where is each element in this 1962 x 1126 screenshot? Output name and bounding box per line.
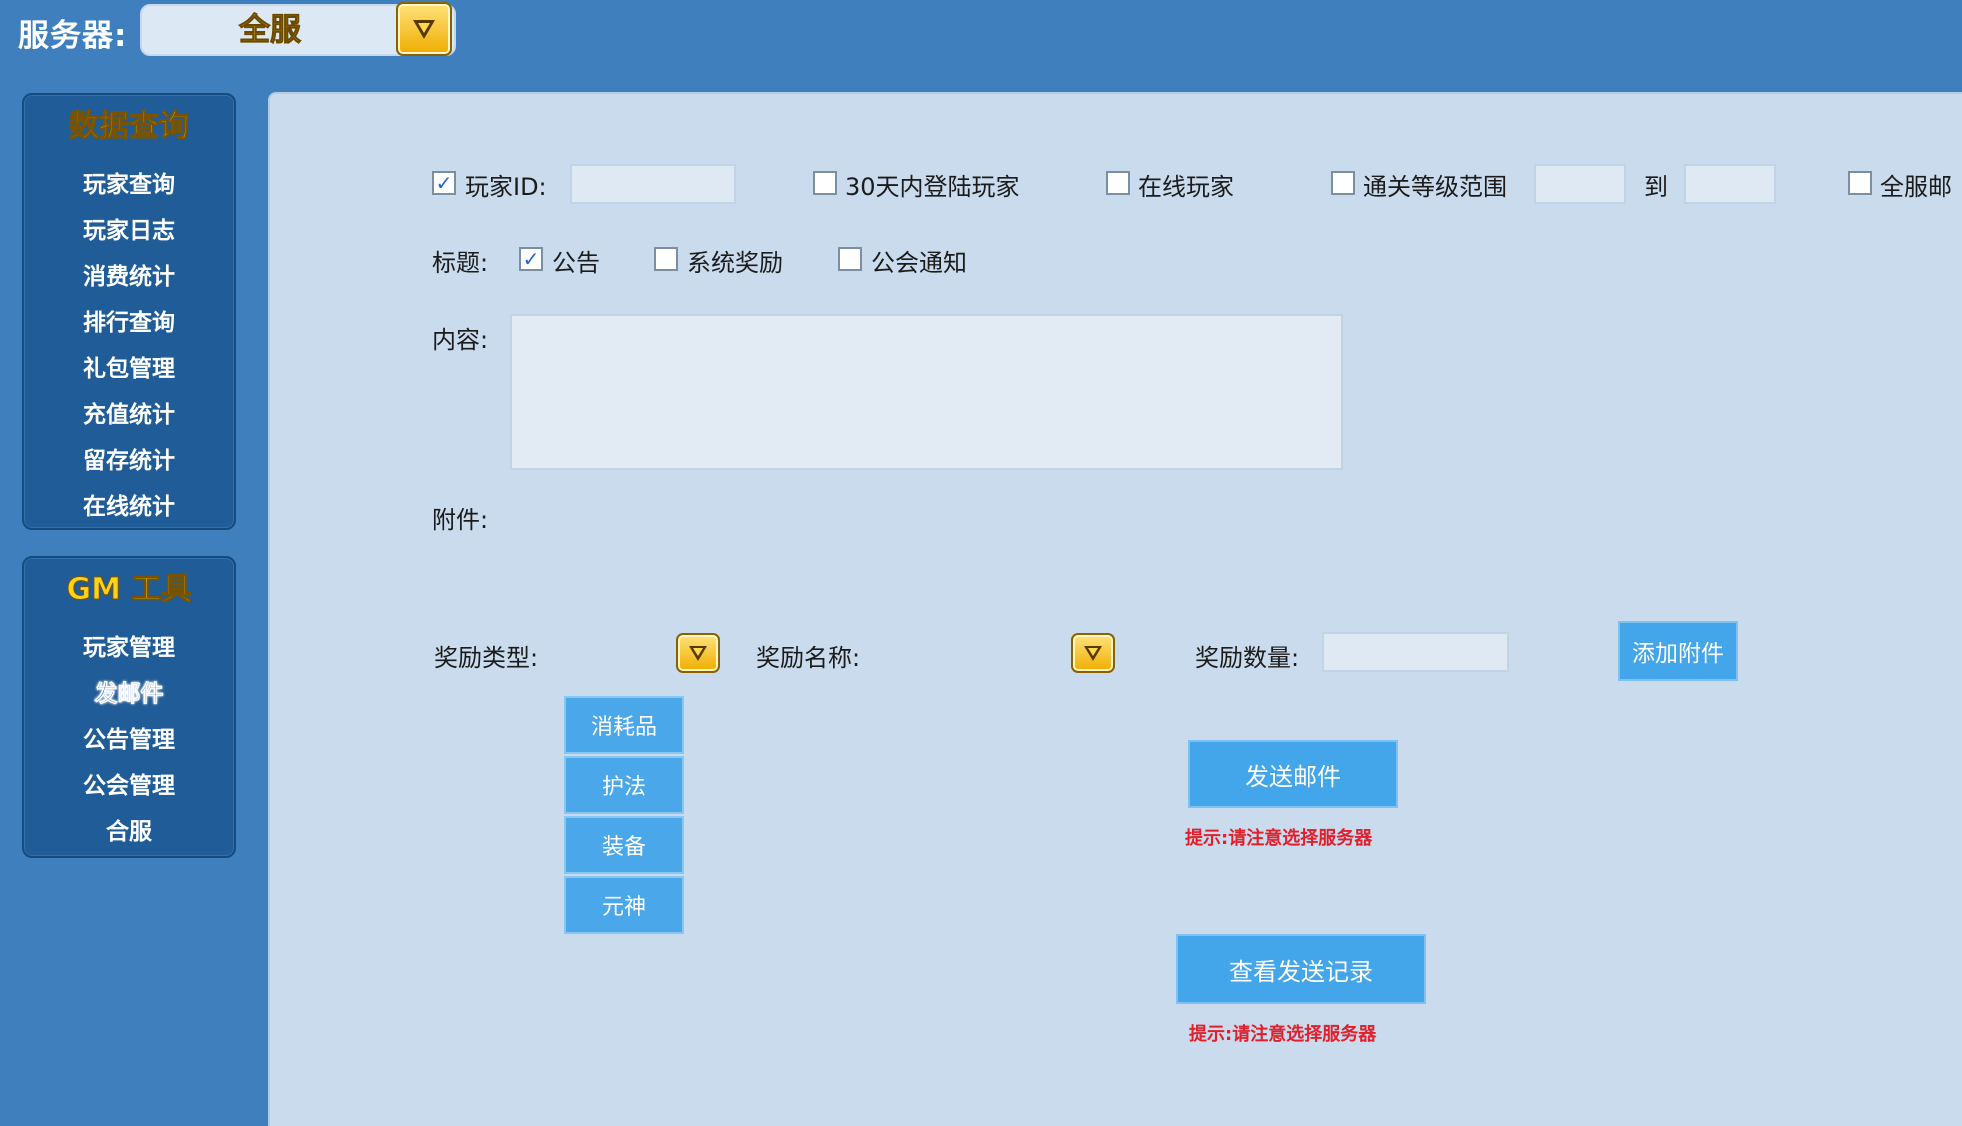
sidebar-item-player-management[interactable]: 玩家管理: [24, 628, 234, 662]
title-option-guild-notice-label: 公会通知: [871, 249, 967, 277]
sidebar-item-online-stats[interactable]: 在线统计: [24, 487, 234, 521]
sidebar-item-announcement-management[interactable]: 公告管理: [24, 720, 234, 754]
sidebar-item-ranking-query[interactable]: 排行查询: [24, 303, 234, 337]
sidebar-item-player-log[interactable]: 玩家日志: [24, 211, 234, 245]
attachment-label: 附件:: [432, 506, 489, 534]
player-id-checkbox[interactable]: [432, 171, 456, 195]
server-select-value: 全服: [239, 12, 302, 49]
all-server-mail-checkbox[interactable]: [1848, 171, 1872, 195]
title-option-system-reward-label: 系统奖励: [687, 249, 783, 277]
sidebar-gm-tools: GM 工具 玩家管理 发邮件 公告管理 公会管理 合服: [22, 556, 236, 858]
send-mail-button[interactable]: 发送邮件: [1188, 740, 1398, 808]
reward-name-label: 奖励名称:: [756, 644, 861, 672]
online-players-label: 在线玩家: [1138, 173, 1234, 201]
send-mail-hint: 提示:请注意选择服务器: [1185, 828, 1373, 849]
chevron-down-icon: [689, 645, 707, 661]
sidebar-item-retention-stats[interactable]: 留存统计: [24, 441, 234, 475]
title-option-guild-notice-checkbox[interactable]: [838, 247, 862, 271]
title-label: 标题:: [432, 249, 489, 277]
level-range-min-input[interactable]: [1534, 164, 1626, 204]
sidebar-gm-title: GM 工具: [66, 572, 192, 608]
add-attachment-button[interactable]: 添加附件: [1618, 621, 1738, 681]
title-option-system-reward-checkbox[interactable]: [654, 247, 678, 271]
reward-type-dropdown-button[interactable]: [676, 633, 720, 673]
sidebar-item-player-query[interactable]: 玩家查询: [24, 165, 234, 199]
title-option-announcement-checkbox[interactable]: [519, 247, 543, 271]
chevron-down-icon: [1084, 645, 1102, 661]
sidebar-item-send-mail[interactable]: 发邮件: [24, 674, 234, 708]
reward-type-option-guardian[interactable]: 护法: [564, 756, 684, 814]
view-send-history-button[interactable]: 查看发送记录: [1176, 934, 1426, 1004]
level-range-checkbox[interactable]: [1331, 171, 1355, 195]
reward-type-option-spirit[interactable]: 元神: [564, 876, 684, 934]
reward-name-dropdown-button[interactable]: [1071, 633, 1115, 673]
reward-type-option-equipment[interactable]: 装备: [564, 816, 684, 874]
reward-type-label: 奖励类型:: [434, 644, 539, 672]
sidebar-item-gift-management[interactable]: 礼包管理: [24, 349, 234, 383]
view-send-history-hint: 提示:请注意选择服务器: [1189, 1024, 1377, 1045]
player-id-input[interactable]: [570, 164, 736, 204]
sidebar-query-title: 数据查询: [69, 109, 190, 145]
server-dropdown-button[interactable]: [396, 2, 452, 56]
sidebar-item-recharge-stats[interactable]: 充值统计: [24, 395, 234, 429]
level-range-label: 通关等级范围: [1363, 173, 1507, 201]
reward-type-option-consumable[interactable]: 消耗品: [564, 696, 684, 754]
sidebar-item-consumption-stats[interactable]: 消费统计: [24, 257, 234, 291]
player-id-label: 玩家ID:: [465, 173, 547, 201]
login-30-days-checkbox[interactable]: [813, 171, 837, 195]
content-textarea[interactable]: [510, 314, 1343, 470]
all-server-mail-label: 全服邮: [1880, 173, 1952, 201]
online-players-checkbox[interactable]: [1106, 171, 1130, 195]
chevron-down-icon: [413, 19, 435, 39]
title-option-announcement-label: 公告: [552, 249, 600, 277]
sidebar-item-guild-management[interactable]: 公会管理: [24, 766, 234, 800]
login-30-days-label: 30天内登陆玩家: [845, 173, 1020, 201]
server-label: 服务器:: [18, 18, 128, 54]
sidebar-item-server-merge[interactable]: 合服: [24, 812, 234, 846]
reward-quantity-input[interactable]: [1322, 632, 1509, 672]
level-range-max-input[interactable]: [1684, 164, 1776, 204]
level-range-to-label: 到: [1644, 173, 1668, 201]
content-label: 内容:: [432, 326, 489, 354]
sidebar-data-query: 数据查询 玩家查询 玩家日志 消费统计 排行查询 礼包管理 充值统计 留存统计 …: [22, 93, 236, 530]
reward-quantity-label: 奖励数量:: [1195, 644, 1300, 672]
